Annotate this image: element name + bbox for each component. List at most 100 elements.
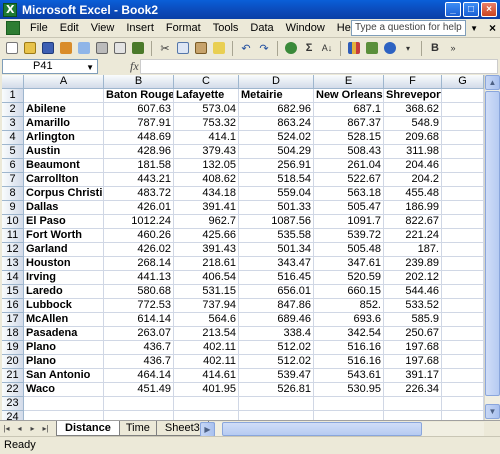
cell-d18[interactable]: 338.4 bbox=[239, 327, 314, 341]
cell-c15[interactable]: 531.15 bbox=[174, 285, 239, 299]
cell-g8[interactable] bbox=[442, 187, 484, 201]
cell-e3[interactable]: 867.37 bbox=[314, 117, 384, 131]
cell-g21[interactable] bbox=[442, 369, 484, 383]
cell-e6[interactable]: 261.04 bbox=[314, 159, 384, 173]
cell-a4[interactable]: Arlington bbox=[24, 131, 104, 145]
cell-a16[interactable]: Lubbock bbox=[24, 299, 104, 313]
cell-c16[interactable]: 737.94 bbox=[174, 299, 239, 313]
cell-c10[interactable]: 962.7 bbox=[174, 215, 239, 229]
cell-g24[interactable] bbox=[442, 411, 484, 420]
cell-b1[interactable]: Baton Rouge bbox=[104, 89, 174, 103]
column-header-f[interactable]: F bbox=[384, 75, 442, 89]
cell-f16[interactable]: 533.52 bbox=[384, 299, 442, 313]
column-header-c[interactable]: C bbox=[174, 75, 239, 89]
cell-f8[interactable]: 455.48 bbox=[384, 187, 442, 201]
row-header[interactable]: 15 bbox=[2, 285, 24, 299]
cell-f12[interactable]: 187. bbox=[384, 243, 442, 257]
cell-c17[interactable]: 564.6 bbox=[174, 313, 239, 327]
cell-f6[interactable]: 204.46 bbox=[384, 159, 442, 173]
cell-f23[interactable] bbox=[384, 397, 442, 411]
cell-e16[interactable]: 852. bbox=[314, 299, 384, 313]
cell-d5[interactable]: 504.29 bbox=[239, 145, 314, 159]
menu-data[interactable]: Data bbox=[244, 20, 279, 37]
row-header[interactable]: 24 bbox=[2, 411, 24, 420]
format-painter-icon[interactable] bbox=[211, 40, 227, 56]
scroll-thumb[interactable] bbox=[485, 91, 500, 396]
cell-b2[interactable]: 607.63 bbox=[104, 103, 174, 117]
cell-d10[interactable]: 1087.56 bbox=[239, 215, 314, 229]
cell-c12[interactable]: 391.43 bbox=[174, 243, 239, 257]
cell-b3[interactable]: 787.91 bbox=[104, 117, 174, 131]
menu-window[interactable]: Window bbox=[280, 20, 331, 37]
cell-b16[interactable]: 772.53 bbox=[104, 299, 174, 313]
cell-d24[interactable] bbox=[239, 411, 314, 420]
cell-c22[interactable]: 401.95 bbox=[174, 383, 239, 397]
sort-ascending-icon[interactable]: A↓ bbox=[319, 40, 335, 56]
row-header[interactable]: 6 bbox=[2, 159, 24, 173]
sheet-tab-distance[interactable]: Distance bbox=[56, 421, 120, 436]
cell-d4[interactable]: 524.02 bbox=[239, 131, 314, 145]
cell-e7[interactable]: 522.67 bbox=[314, 173, 384, 187]
cell-e23[interactable] bbox=[314, 397, 384, 411]
scroll-down-button[interactable]: ▼ bbox=[485, 404, 500, 419]
row-header[interactable]: 3 bbox=[2, 117, 24, 131]
cell-c13[interactable]: 218.61 bbox=[174, 257, 239, 271]
cell-f19[interactable]: 197.68 bbox=[384, 341, 442, 355]
cell-c8[interactable]: 434.18 bbox=[174, 187, 239, 201]
next-sheet-icon[interactable]: ▸ bbox=[26, 422, 39, 435]
first-sheet-icon[interactable]: |◂ bbox=[0, 422, 13, 435]
cell-g1[interactable] bbox=[442, 89, 484, 103]
cell-e18[interactable]: 342.54 bbox=[314, 327, 384, 341]
cell-b4[interactable]: 448.69 bbox=[104, 131, 174, 145]
cell-c2[interactable]: 573.04 bbox=[174, 103, 239, 117]
print-preview-icon[interactable] bbox=[112, 40, 128, 56]
cell-d1[interactable]: Metairie bbox=[239, 89, 314, 103]
cell-g11[interactable] bbox=[442, 229, 484, 243]
row-header[interactable]: 19 bbox=[2, 341, 24, 355]
cell-g17[interactable] bbox=[442, 313, 484, 327]
cell-e12[interactable]: 505.48 bbox=[314, 243, 384, 257]
cell-b18[interactable]: 263.07 bbox=[104, 327, 174, 341]
cell-d17[interactable]: 689.46 bbox=[239, 313, 314, 327]
cell-d19[interactable]: 512.02 bbox=[239, 341, 314, 355]
help-icon[interactable] bbox=[382, 40, 398, 56]
cell-b7[interactable]: 443.21 bbox=[104, 173, 174, 187]
row-header[interactable]: 10 bbox=[2, 215, 24, 229]
select-all-button[interactable] bbox=[2, 75, 24, 89]
cell-e10[interactable]: 1091.7 bbox=[314, 215, 384, 229]
cell-a14[interactable]: Irving bbox=[24, 271, 104, 285]
cell-e22[interactable]: 530.95 bbox=[314, 383, 384, 397]
cell-g6[interactable] bbox=[442, 159, 484, 173]
chart-wizard-icon[interactable] bbox=[346, 40, 362, 56]
cell-b21[interactable]: 464.14 bbox=[104, 369, 174, 383]
cell-d23[interactable] bbox=[239, 397, 314, 411]
cell-a5[interactable]: Austin bbox=[24, 145, 104, 159]
cell-d12[interactable]: 501.34 bbox=[239, 243, 314, 257]
cell-b8[interactable]: 483.72 bbox=[104, 187, 174, 201]
open-icon[interactable] bbox=[22, 40, 38, 56]
cell-c21[interactable]: 414.61 bbox=[174, 369, 239, 383]
cell-g9[interactable] bbox=[442, 201, 484, 215]
cell-f2[interactable]: 368.62 bbox=[384, 103, 442, 117]
cell-a3[interactable]: Amarillo bbox=[24, 117, 104, 131]
cell-c7[interactable]: 408.62 bbox=[174, 173, 239, 187]
cell-b14[interactable]: 441.13 bbox=[104, 271, 174, 285]
cell-a17[interactable]: McAllen bbox=[24, 313, 104, 327]
menu-tools[interactable]: Tools bbox=[207, 20, 245, 37]
cell-c6[interactable]: 132.05 bbox=[174, 159, 239, 173]
cell-d13[interactable]: 343.47 bbox=[239, 257, 314, 271]
cell-e20[interactable]: 516.16 bbox=[314, 355, 384, 369]
cell-f1[interactable]: Shreveport bbox=[384, 89, 442, 103]
cell-a13[interactable]: Houston bbox=[24, 257, 104, 271]
autosum-icon[interactable]: Σ bbox=[301, 40, 317, 56]
cell-e19[interactable]: 516.16 bbox=[314, 341, 384, 355]
row-header[interactable]: 8 bbox=[2, 187, 24, 201]
drawing-icon[interactable] bbox=[364, 40, 380, 56]
last-sheet-icon[interactable]: ▸| bbox=[39, 422, 52, 435]
cell-g19[interactable] bbox=[442, 341, 484, 355]
cell-b17[interactable]: 614.14 bbox=[104, 313, 174, 327]
cell-g10[interactable] bbox=[442, 215, 484, 229]
spelling-icon[interactable] bbox=[130, 40, 146, 56]
help-search-input[interactable]: Type a question for help bbox=[351, 20, 466, 36]
cell-a6[interactable]: Beaumont bbox=[24, 159, 104, 173]
